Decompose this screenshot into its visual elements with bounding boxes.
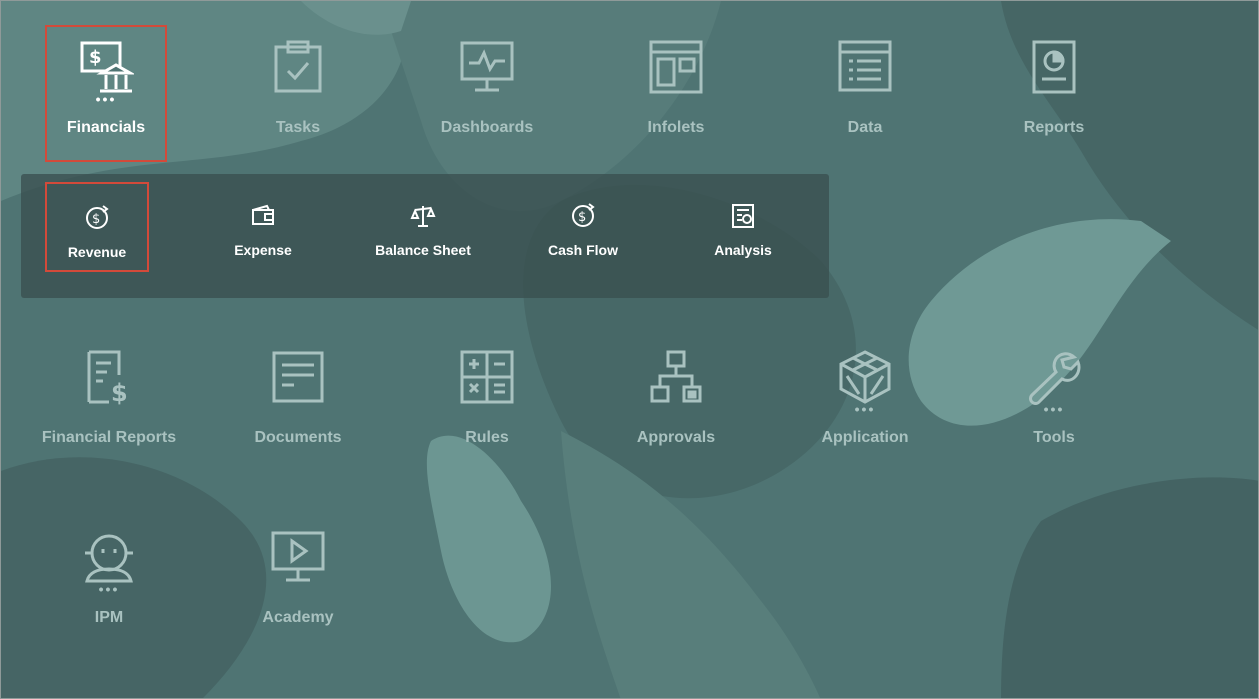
nav-tile-financials[interactable]: $ ••• Financials (45, 25, 167, 162)
nav-tile-financial-reports[interactable]: $ Financial Reports (29, 335, 189, 455)
submenu-label: Expense (234, 242, 292, 258)
wrench-icon (1026, 349, 1082, 405)
tile-label: IPM (94, 609, 124, 626)
tile-label: Infolets (647, 119, 705, 136)
submenu-item-revenue[interactable]: $ Revenue (45, 182, 149, 272)
springboard: $ ••• Financials Tasks Dashboards Infole… (0, 0, 1259, 699)
document-icon (270, 349, 326, 405)
submenu-item-balance-sheet[interactable]: Balance Sheet (371, 182, 475, 272)
tile-label: Financials (66, 119, 146, 136)
more-indicator: ••• (1043, 401, 1065, 417)
tile-label: Data (847, 119, 883, 136)
svg-text:$: $ (578, 210, 586, 225)
tile-label: Rules (465, 429, 509, 446)
tile-label: Application (821, 429, 909, 446)
report-pie-icon (1026, 39, 1082, 95)
nav-tile-tasks[interactable]: Tasks (218, 25, 378, 145)
layout-panels-icon (648, 39, 704, 95)
nav-tile-tools[interactable]: ••• Tools (974, 335, 1134, 455)
robot-icon (81, 529, 137, 585)
tile-label: Tasks (275, 119, 321, 136)
more-indicator: ••• (98, 581, 120, 597)
nav-tile-dashboards[interactable]: Dashboards (407, 25, 567, 145)
monitor-pulse-icon (459, 39, 515, 95)
cube-icon (837, 349, 893, 405)
dollar-cycle-icon: $ (569, 202, 597, 230)
clipboard-check-icon (270, 39, 326, 95)
tile-label: Documents (254, 429, 342, 446)
nav-tile-documents[interactable]: Documents (218, 335, 378, 455)
data-list-icon (837, 39, 893, 95)
analysis-report-icon (729, 202, 757, 230)
financials-submenu: $ Revenue Expense Balance Sheet $ Cash F… (21, 174, 829, 298)
submenu-item-analysis[interactable]: Analysis (691, 182, 795, 272)
dollar-cycle-icon: $ (83, 204, 111, 232)
tile-label: Reports (1023, 119, 1085, 136)
submenu-label: Analysis (714, 242, 772, 258)
tile-label: Academy (262, 609, 334, 626)
more-indicator: ••• (95, 91, 117, 107)
tile-label: Dashboards (440, 119, 534, 136)
svg-text:$: $ (89, 47, 102, 68)
tile-label: Approvals (636, 429, 716, 446)
nav-tile-rules[interactable]: Rules (407, 335, 567, 455)
scales-icon (409, 202, 437, 230)
submenu-item-expense[interactable]: Expense (211, 182, 315, 272)
submenu-item-cash-flow[interactable]: $ Cash Flow (531, 182, 635, 272)
nav-tile-approvals[interactable]: Approvals (596, 335, 756, 455)
nav-tile-academy[interactable]: Academy (218, 515, 378, 635)
nav-tile-infolets[interactable]: Infolets (596, 25, 756, 145)
more-indicator: ••• (854, 401, 876, 417)
svg-text:$: $ (92, 212, 100, 227)
svg-text:$: $ (111, 379, 128, 405)
nav-tile-application[interactable]: ••• Application (785, 335, 945, 455)
tile-label: Tools (1033, 429, 1075, 446)
calculator-icon (459, 349, 515, 405)
submenu-label: Cash Flow (547, 242, 618, 258)
wallet-icon (249, 202, 277, 230)
financial-report-icon: $ (81, 349, 137, 405)
submenu-label: Revenue (67, 244, 127, 260)
tile-label: Financial Reports (41, 429, 177, 446)
hierarchy-icon (648, 349, 704, 405)
nav-tile-ipm[interactable]: ••• IPM (29, 515, 189, 635)
play-monitor-icon (270, 529, 326, 585)
submenu-label: Balance Sheet (375, 242, 471, 258)
nav-tile-reports[interactable]: Reports (974, 25, 1134, 145)
bank-dollar-icon: $ (78, 39, 134, 95)
nav-tile-data[interactable]: Data (785, 25, 945, 145)
